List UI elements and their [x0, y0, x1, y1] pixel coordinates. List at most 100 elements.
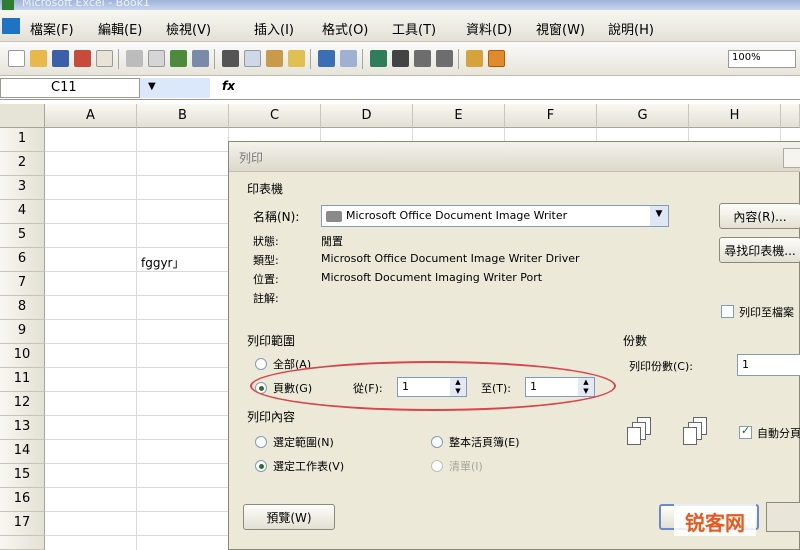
formula-input[interactable] [240, 78, 800, 98]
menu-help[interactable]: 說明(H) [608, 19, 654, 38]
column-header[interactable]: H [689, 104, 781, 128]
print-preview-icon[interactable] [148, 50, 165, 67]
comment-label: 註解: [253, 292, 279, 305]
row-header[interactable]: 6 [0, 248, 45, 272]
collate-checkbox[interactable] [739, 424, 752, 439]
properties-button[interactable]: 內容(R)... [719, 203, 800, 229]
save-icon[interactable] [52, 50, 69, 67]
print-active-sheets-radio[interactable] [255, 460, 267, 472]
where-value: Microsoft Document Imaging Writer Port [321, 271, 543, 284]
row-header[interactable]: 12 [0, 392, 45, 416]
format-painter-icon[interactable] [288, 50, 305, 67]
row-header[interactable]: 7 [0, 272, 45, 296]
range-group-label: 列印範圍 [247, 334, 296, 348]
range-all-radio[interactable] [255, 358, 267, 370]
formula-bar: C11 ▼ fx [0, 76, 800, 100]
column-header[interactable]: A [45, 104, 137, 128]
name-box[interactable]: C11 [0, 78, 140, 98]
redo-icon[interactable] [340, 50, 357, 67]
copies-input[interactable]: 1 [737, 354, 800, 376]
print-selection-radio[interactable] [255, 436, 267, 448]
insert-function-icon[interactable]: fx [222, 79, 235, 93]
cancel-button[interactable] [766, 502, 800, 532]
menu-view[interactable]: 檢視(V) [166, 19, 211, 38]
menu-window[interactable]: 視窗(W) [536, 19, 585, 38]
print-what-group-label: 列印內容 [247, 410, 296, 424]
row-header[interactable]: 2 [0, 152, 45, 176]
printer-name-select[interactable]: Microsoft Office Document Image Writer ▼ [321, 205, 669, 227]
spelling-icon[interactable] [170, 50, 187, 67]
collate-pages-icon [683, 417, 709, 447]
row-header[interactable]: 13 [0, 416, 45, 440]
find-printer-button[interactable]: 尋找印表機... [719, 237, 800, 263]
name-box-dropdown[interactable]: ▼ [140, 78, 210, 98]
printer-name-label: 名稱(N): [253, 210, 300, 224]
row-header[interactable]: 3 [0, 176, 45, 200]
print-whole-workbook-label: 整本活頁簿(E) [449, 436, 520, 449]
print-whole-workbook-radio[interactable] [431, 436, 443, 448]
toolbar-separator [310, 49, 311, 69]
new-document-icon[interactable] [8, 50, 25, 67]
permission-icon[interactable] [74, 50, 91, 67]
chevron-down-icon: ▼ [650, 206, 668, 226]
toolbar-separator [118, 49, 119, 69]
standard-toolbar: 100% [0, 42, 800, 76]
menu-data[interactable]: 資料(D) [466, 19, 512, 38]
row-header[interactable]: 16 [0, 488, 45, 512]
row-header[interactable]: 17 [0, 512, 45, 536]
select-all-corner[interactable] [0, 104, 45, 128]
column-header[interactable]: C [229, 104, 321, 128]
print-list-label: 清單(I) [449, 460, 483, 473]
hyperlink-icon[interactable] [370, 50, 387, 67]
row-header[interactable]: 11 [0, 368, 45, 392]
sort-descending-icon[interactable] [436, 50, 453, 67]
row-header[interactable]: 8 [0, 296, 45, 320]
grid-line [136, 128, 137, 550]
window-title: Microsoft Excel - Book1 [22, 0, 151, 9]
cut-icon[interactable] [222, 50, 239, 67]
menu-format[interactable]: 格式(O) [322, 19, 368, 38]
menu-insert[interactable]: 插入(I) [254, 19, 294, 38]
print-icon[interactable] [126, 50, 143, 67]
print-to-file-checkbox[interactable] [721, 305, 734, 318]
where-label: 位置: [253, 273, 279, 286]
row-header[interactable] [0, 536, 45, 550]
column-header[interactable]: F [505, 104, 597, 128]
toolbar-separator [214, 49, 215, 69]
column-header[interactable]: B [137, 104, 229, 128]
row-header[interactable]: 14 [0, 440, 45, 464]
row-header[interactable]: 4 [0, 200, 45, 224]
copy-icon[interactable] [244, 50, 261, 67]
collate-pages-icon [627, 417, 653, 447]
drawing-icon[interactable] [488, 50, 505, 67]
column-header[interactable]: E [413, 104, 505, 128]
column-header[interactable]: G [597, 104, 689, 128]
row-header[interactable]: 10 [0, 344, 45, 368]
column-header[interactable]: D [321, 104, 413, 128]
row-header[interactable]: 1 [0, 128, 45, 152]
menu-file[interactable]: 檔案(F) [30, 19, 74, 38]
preview-button[interactable]: 預覽(W) [243, 504, 335, 530]
open-folder-icon[interactable] [30, 50, 47, 67]
autosum-icon[interactable] [392, 50, 409, 67]
print-dialog: 列印 印表機 名稱(N): Microsoft Office Document … [228, 141, 800, 550]
email-icon[interactable] [96, 50, 113, 67]
column-header[interactable] [781, 104, 800, 128]
row-header[interactable]: 5 [0, 224, 45, 248]
menu-tools[interactable]: 工具(T) [392, 19, 436, 38]
cell-b6[interactable]: fggyr」 [141, 254, 185, 271]
paste-icon[interactable] [266, 50, 283, 67]
toolbar-separator [362, 49, 363, 69]
toolbar-separator [458, 49, 459, 69]
research-icon[interactable] [192, 50, 209, 67]
row-header[interactable]: 15 [0, 464, 45, 488]
undo-icon[interactable] [318, 50, 335, 67]
type-label: 類型: [253, 254, 279, 267]
menu-edit[interactable]: 編輯(E) [98, 19, 142, 38]
row-header[interactable]: 9 [0, 320, 45, 344]
close-icon[interactable] [783, 148, 800, 168]
zoom-select[interactable]: 100% [728, 50, 796, 68]
chart-wizard-icon[interactable] [466, 50, 483, 67]
print-list-radio[interactable] [431, 460, 443, 472]
sort-ascending-icon[interactable] [414, 50, 431, 67]
